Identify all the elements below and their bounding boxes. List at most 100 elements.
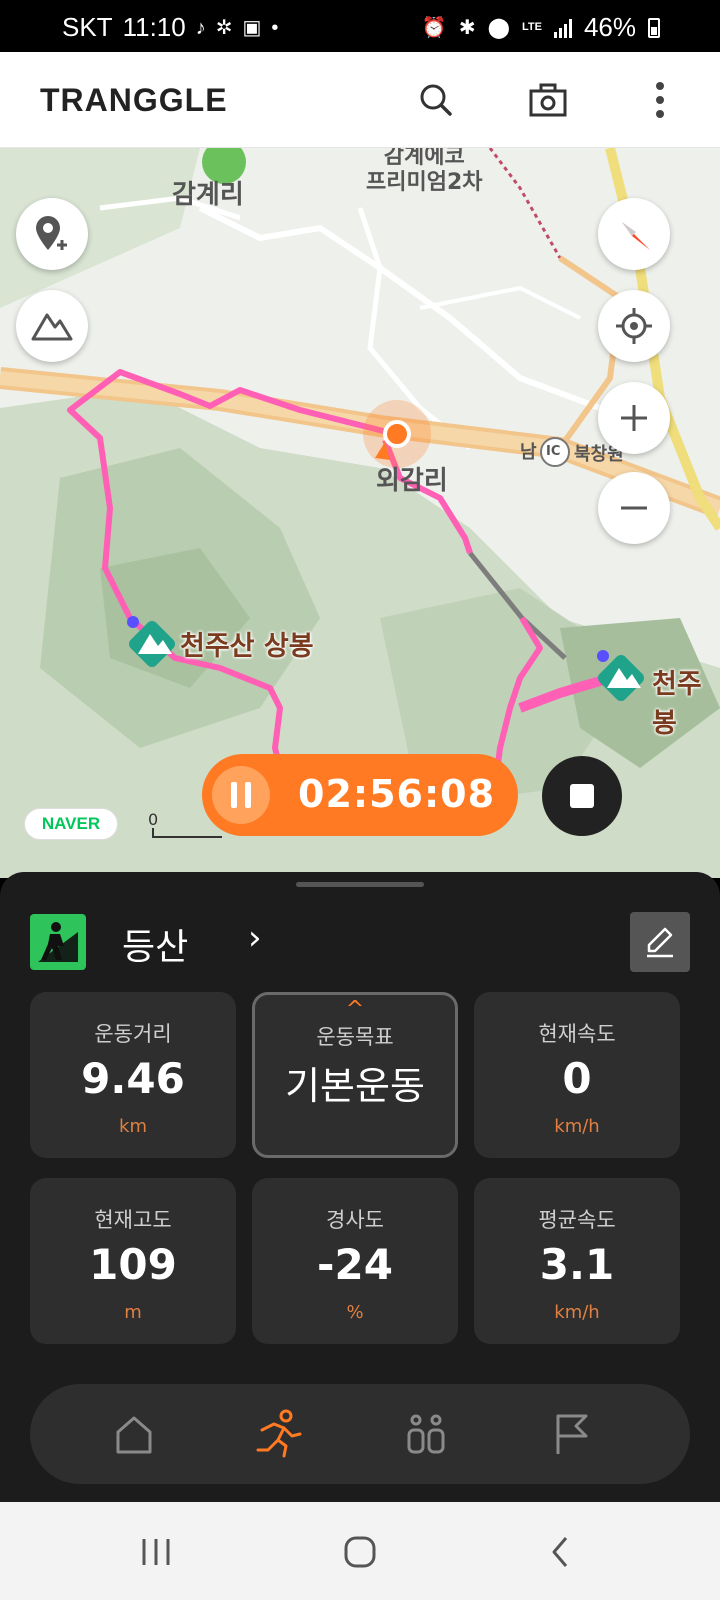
stat-unit: km — [119, 1116, 147, 1137]
battery-icon — [648, 17, 660, 38]
stat-value: 109 — [89, 1240, 177, 1289]
map-label-road: 남 — [520, 442, 537, 463]
stat-value: 기본운동 — [285, 1064, 425, 1108]
status-bar: SKT 11:10 ♪ ✲ ▣ • ⏰ ✱ ⬤ LTE 46% — [0, 0, 720, 52]
mountain-layer-button[interactable] — [16, 290, 88, 362]
stop-icon — [570, 784, 594, 808]
stat-value: 0 — [562, 1054, 592, 1103]
tab-challenge[interactable] — [546, 1408, 598, 1460]
more-menu-button[interactable] — [636, 76, 684, 124]
map-pin-plus-icon — [36, 216, 67, 250]
app-logo: TRANGGLE — [40, 82, 228, 118]
stat-card-current-speed[interactable]: 현재속도 0 km/h — [474, 992, 680, 1158]
status-left: SKT 11:10 ♪ ✲ ▣ • — [62, 12, 278, 43]
signal-icon — [553, 18, 572, 38]
stat-unit: m — [124, 1302, 142, 1323]
scale-zero-label: 0 — [148, 810, 159, 829]
battery-percent: 46% — [583, 12, 636, 42]
gallery-notification-icon: ▣ — [242, 16, 262, 39]
map-view[interactable]: 감계리 감계에코 프리미엄2차 외감리 남 IC 북창원 천주산 상봉 천주봉 … — [0, 148, 720, 878]
more-notifications-dot-icon: • — [271, 16, 279, 39]
peak-label-2[interactable]: 천주봉 — [652, 662, 720, 740]
caret-up-icon: ^ — [345, 997, 365, 1022]
compass-button[interactable] — [598, 198, 670, 270]
chevron-right-icon[interactable]: › — [248, 918, 262, 958]
system-navigation-bar — [0, 1502, 720, 1600]
naver-attribution[interactable]: NAVER — [24, 808, 118, 840]
zoom-in-button[interactable] — [598, 382, 670, 454]
edit-button[interactable] — [630, 912, 690, 972]
stat-card-distance[interactable]: 운동거리 9.46 km — [30, 992, 236, 1158]
activity-notification-icon: ♪ — [195, 16, 206, 39]
map-label-village-2: 외감리 — [376, 466, 448, 496]
tab-community[interactable] — [400, 1408, 452, 1460]
pause-button[interactable] — [212, 766, 270, 824]
plus-icon — [621, 405, 647, 431]
ic-badge: IC — [546, 444, 561, 459]
stat-card-average-speed[interactable]: 평균속도 3.1 km/h — [474, 1178, 680, 1344]
stat-value: 9.46 — [81, 1054, 185, 1103]
stat-label: 현재속도 — [538, 1022, 616, 1046]
zoom-out-button[interactable] — [598, 472, 670, 544]
scale-bar — [152, 828, 222, 838]
search-icon — [420, 84, 452, 116]
add-place-button[interactable] — [16, 198, 88, 270]
workout-panel: 등산 › 운동거리 9.46 km ^ 운동목표 기본운동 현재속도 0 km/… — [0, 872, 720, 1502]
home-icon — [116, 1416, 152, 1454]
stat-label: 운동목표 — [316, 1025, 394, 1049]
flag-icon — [556, 1414, 588, 1454]
stat-unit: km/h — [554, 1116, 600, 1137]
hiking-icon — [30, 914, 86, 970]
stat-unit: km/h — [554, 1302, 600, 1323]
stat-label: 평균속도 — [538, 1208, 616, 1232]
app-header: TRANGGLE — [0, 52, 720, 148]
map-label-village-1: 감계리 — [172, 180, 244, 210]
stat-value: 3.1 — [539, 1240, 615, 1289]
pause-icon — [231, 782, 237, 808]
stat-value: -24 — [317, 1240, 393, 1289]
compass-icon — [622, 222, 650, 250]
panel-drag-handle[interactable] — [296, 882, 424, 887]
stat-card-goal[interactable]: ^ 운동목표 기본운동 — [252, 992, 458, 1158]
network-type: LTE — [521, 21, 542, 33]
stat-unit: % — [346, 1302, 364, 1323]
map-label-apartment: 감계에코 프리미엄2차 — [366, 148, 483, 195]
stat-label: 경사도 — [326, 1208, 384, 1232]
elapsed-time: 02:56:08 — [298, 772, 496, 816]
peak-label-1[interactable]: 천주산 상봉 — [180, 624, 314, 663]
recording-timer: 02:56:08 — [202, 754, 518, 836]
home-circle-icon — [344, 1536, 376, 1568]
mountain-icon — [31, 313, 73, 341]
minus-icon — [621, 506, 647, 510]
camera-icon — [529, 83, 567, 117]
exercise-icon — [256, 1409, 302, 1458]
alarm-icon: ⏰ — [421, 16, 447, 39]
people-icon — [407, 1414, 445, 1454]
clock: 11:10 — [122, 12, 186, 42]
stat-label: 운동거리 — [94, 1022, 172, 1046]
my-location-button[interactable] — [598, 290, 670, 362]
location-icon: ⬤ — [487, 16, 510, 39]
status-right: ⏰ ✱ ⬤ LTE 46% — [422, 12, 660, 43]
search-button[interactable] — [412, 76, 460, 124]
bottom-tab-bar — [30, 1384, 690, 1484]
network-notification-icon: ✲ — [215, 16, 233, 39]
back-button[interactable] — [540, 1532, 580, 1572]
activity-type[interactable]: 등산 — [122, 918, 188, 970]
stop-button[interactable] — [542, 756, 622, 836]
pause-icon-bar — [245, 782, 251, 808]
back-icon — [552, 1537, 568, 1567]
recent-apps-icon — [142, 1539, 170, 1565]
home-system-button[interactable] — [340, 1532, 380, 1572]
stat-card-slope[interactable]: 경사도 -24 % — [252, 1178, 458, 1344]
bluetooth-icon: ✱ — [458, 16, 476, 39]
tab-exercise[interactable] — [252, 1408, 304, 1460]
more-icon — [656, 82, 664, 118]
stat-label: 현재고도 — [94, 1208, 172, 1232]
pencil-icon — [647, 927, 673, 958]
stat-card-altitude[interactable]: 현재고도 109 m — [30, 1178, 236, 1344]
target-icon — [616, 308, 652, 344]
recent-apps-button[interactable] — [136, 1532, 176, 1572]
camera-button[interactable] — [524, 76, 572, 124]
tab-home[interactable] — [108, 1408, 160, 1460]
